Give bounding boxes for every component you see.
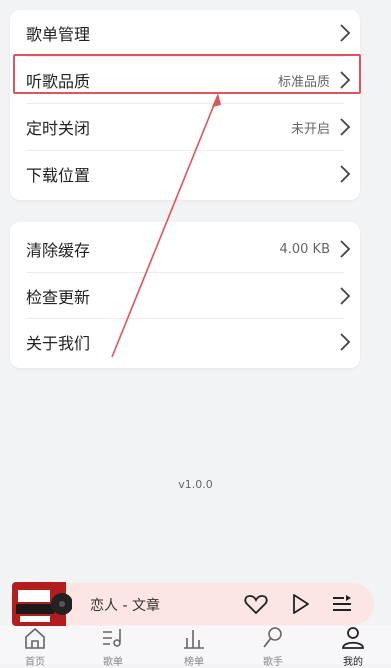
playlist-icon xyxy=(103,629,121,647)
tab-artists[interactable]: 歌手 xyxy=(243,626,303,668)
user-icon xyxy=(342,627,364,649)
mini-player[interactable]: 恋人 - 文章 xyxy=(10,582,374,626)
play-icon[interactable] xyxy=(288,593,312,615)
chart-icon xyxy=(184,630,204,649)
tab-mine[interactable]: 我的 xyxy=(323,626,383,668)
tab-label: 我的 xyxy=(343,657,363,668)
app-version: v1.0.0 xyxy=(178,478,213,491)
heart-icon[interactable] xyxy=(244,593,268,615)
now-playing-title: 恋人 - 文章 xyxy=(90,598,160,614)
tab-playlist[interactable]: 歌单 xyxy=(83,626,143,668)
home-icon xyxy=(25,627,45,649)
playlist-queue-icon[interactable] xyxy=(330,593,354,615)
tab-label: 歌单 xyxy=(103,657,123,668)
annotation-arrow xyxy=(111,93,221,358)
album-cover-image[interactable] xyxy=(12,582,72,626)
tab-home[interactable]: 首页 xyxy=(5,626,65,668)
bottom-tab-bar: 首页 歌单 榜单 歌手 我的 xyxy=(0,626,391,668)
tab-label: 歌手 xyxy=(263,657,283,668)
tab-charts[interactable]: 榜单 xyxy=(164,626,224,668)
microphone-icon xyxy=(263,627,282,648)
tab-label: 榜单 xyxy=(184,657,204,668)
tab-label: 首页 xyxy=(25,657,45,668)
